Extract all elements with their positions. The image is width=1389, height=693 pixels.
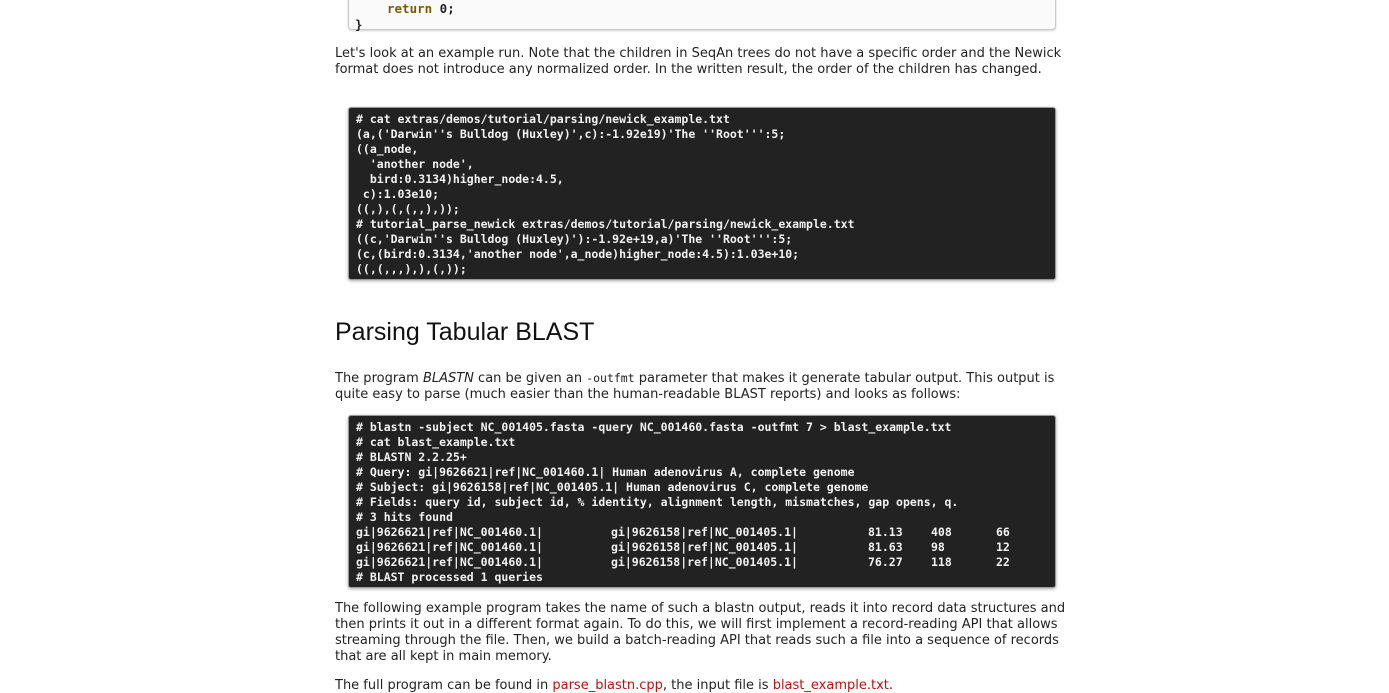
console-line: # Query: gi|9626621|ref|NC_001460.1| Hum…: [356, 465, 855, 479]
console-line: ((a_node,: [356, 142, 419, 156]
paragraph-blastn-intro: The program BLASTN can be given an -outf…: [335, 370, 1070, 403]
console-line: bird:0.3134)higher_node:4.5,: [356, 172, 564, 186]
hit-subject-id: gi|9626158|ref|NC_001405.1|: [611, 525, 798, 539]
inline-code-outfmt: -outfmt: [586, 371, 635, 385]
blast-console-block: # blastn -subject NC_001405.fasta -query…: [348, 415, 1056, 588]
text-span: The full program can be found in: [335, 678, 553, 693]
hit-subject-id: gi|9626158|ref|NC_001405.1|: [611, 540, 798, 554]
console-line: # 3 hits found: [356, 510, 453, 524]
console-line: # cat blast_example.txt: [356, 435, 516, 449]
hit-mismatches: 66: [996, 525, 1010, 539]
section-heading: Parsing Tabular BLAST: [335, 318, 595, 346]
link-parse-blastn-cpp[interactable]: parse_blastn.cpp: [552, 678, 663, 693]
text-span: , the input file is: [662, 678, 773, 693]
code-block-tail: return 0; }: [348, 0, 1056, 32]
code-line-return: return 0;: [387, 1, 455, 16]
blast-hit-row: gi|9626621|ref|NC_001460.1| gi|9626158|r…: [356, 525, 1055, 540]
hit-identity: 81.13: [868, 525, 903, 539]
console-line: # Fields: query id, subject id, % identi…: [356, 495, 959, 509]
blast-hit-row: gi|9626621|ref|NC_001460.1| gi|9626158|r…: [356, 555, 1055, 570]
console-line: # BLAST processed 1 queries: [356, 570, 543, 584]
paragraph-source-links: The full program can be found in parse_b…: [335, 678, 1070, 693]
program-name: BLASTN: [422, 371, 474, 386]
link-blast-example-txt[interactable]: blast_example.txt: [773, 678, 889, 693]
hit-query-id: gi|9626621|ref|NC_001460.1|: [356, 525, 543, 539]
hit-query-id: gi|9626621|ref|NC_001460.1|: [356, 540, 543, 554]
console-line: (c,(bird:0.3134,'another node',a_node)hi…: [356, 247, 800, 261]
console-line: # Subject: gi|9626158|ref|NC_001405.1| H…: [356, 480, 869, 494]
hit-mismatches: 22: [996, 555, 1010, 569]
text-span: .: [888, 678, 894, 693]
console-line: (a,('Darwin''s Bulldog (Huxley)',c):-1.9…: [356, 127, 786, 141]
return-value: 0;: [432, 1, 455, 16]
code-line-closing-brace: }: [355, 17, 363, 32]
paragraph-example-run: Let's look at an example run. Note that …: [335, 46, 1062, 77]
hit-length: 98: [931, 540, 945, 554]
hit-query-id: gi|9626621|ref|NC_001460.1|: [356, 555, 543, 569]
return-keyword: return: [387, 1, 433, 16]
blast-hit-row: gi|9626621|ref|NC_001460.1| gi|9626158|r…: [356, 540, 1055, 555]
console-line: # blastn -subject NC_001405.fasta -query…: [356, 420, 952, 434]
console-line: # cat extras/demos/tutorial/parsing/newi…: [356, 112, 730, 126]
console-line: ((,),(,(,,),));: [356, 202, 460, 216]
console-line: c):1.03e10;: [356, 187, 440, 201]
newick-console-block: # cat extras/demos/tutorial/parsing/newi…: [348, 107, 1056, 280]
console-line: # BLASTN 2.2.25+: [356, 450, 467, 464]
hit-identity: 81.63: [868, 540, 903, 554]
hit-length: 118: [931, 555, 952, 569]
paragraph-program-description: The following example program takes the …: [335, 601, 1066, 664]
hit-length: 408: [931, 525, 952, 539]
console-line: ((c,'Darwin''s Bulldog (Huxley)'):-1.92e…: [356, 232, 793, 246]
text-span: can be given an: [473, 371, 587, 386]
hit-mismatches: 12: [996, 540, 1010, 554]
text-span: The program: [335, 371, 423, 386]
hit-subject-id: gi|9626158|ref|NC_001405.1|: [611, 555, 798, 569]
console-line: ((,(,,,),),(,));: [356, 262, 467, 276]
hit-identity: 76.27: [868, 555, 903, 569]
console-line: # tutorial_parse_newick extras/demos/tut…: [356, 217, 855, 231]
console-line: 'another node',: [356, 157, 474, 171]
